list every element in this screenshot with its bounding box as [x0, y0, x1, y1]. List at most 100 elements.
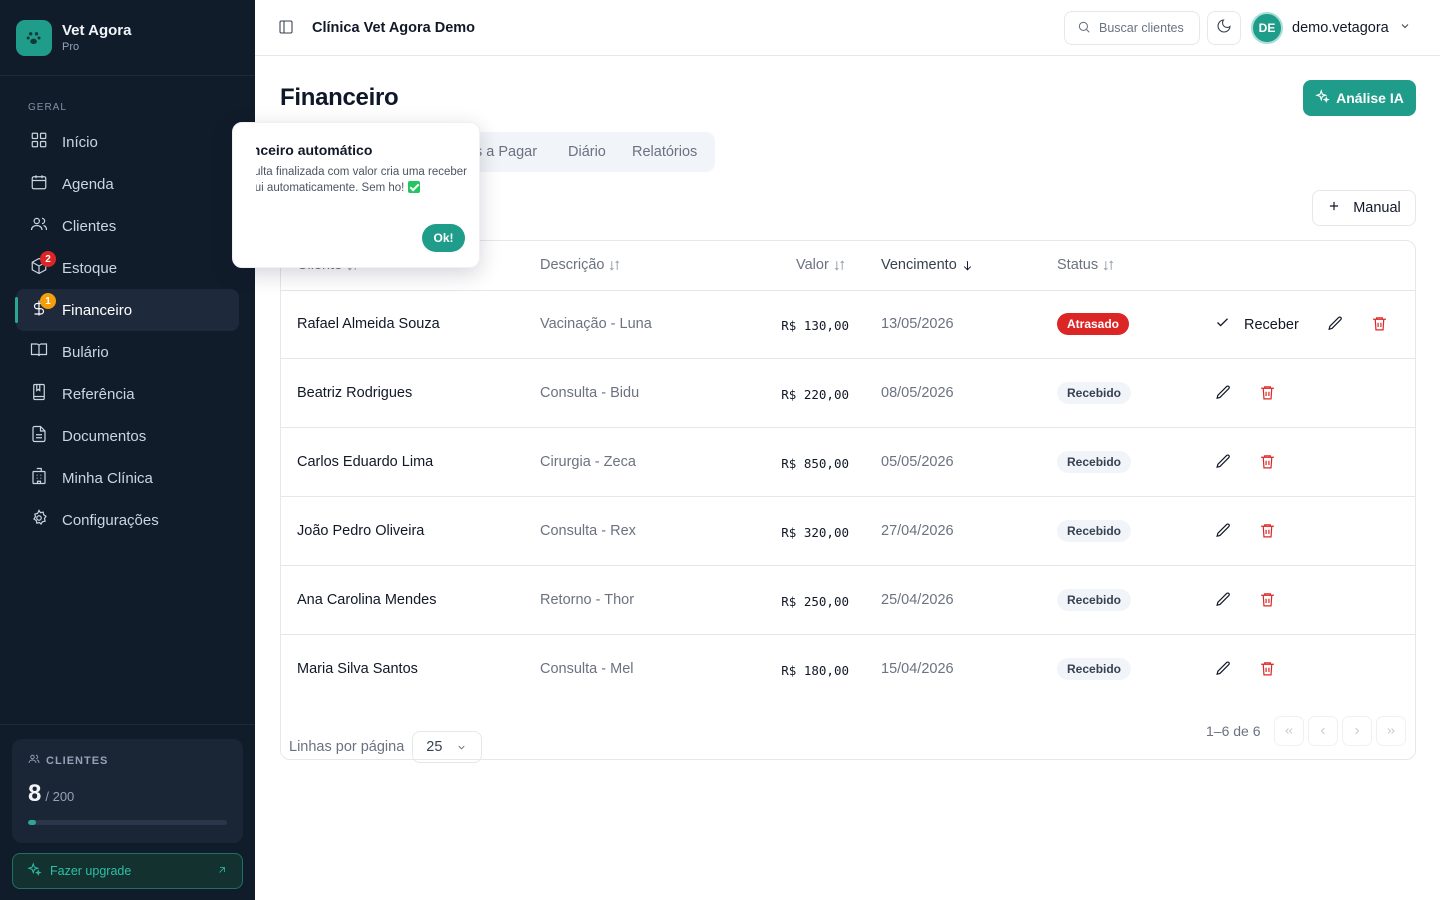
arrow-up-right-icon: [216, 864, 228, 879]
popover-ok-button[interactable]: Ok!: [422, 224, 465, 252]
cell-due-date: 27/04/2026: [881, 523, 954, 539]
building-icon: [30, 467, 48, 489]
table-row[interactable]: Maria Silva Santos Consulta - Mel R$ 180…: [281, 635, 1415, 704]
cell-due-date: 25/04/2026: [881, 592, 954, 608]
sidebar-item-documentos[interactable]: Documentos: [16, 415, 239, 457]
table-row[interactable]: Rafael Almeida Souza Vacinação - Luna R$…: [281, 290, 1415, 359]
ai-analysis-button[interactable]: Análise IA: [1303, 80, 1416, 116]
status-badge: Recebido: [1057, 658, 1132, 680]
cell-value: R$ 130,00: [781, 318, 849, 333]
sidebar-item-referencia[interactable]: Referência: [16, 373, 239, 415]
clients-card-label: CLIENTES: [46, 754, 109, 767]
check-box-icon: [407, 181, 420, 193]
chevrons-right-icon: [1387, 728, 1395, 734]
pencil-icon: [1216, 592, 1230, 606]
cell-client: Carlos Eduardo Lima: [297, 454, 434, 470]
rows-per-page-select[interactable]: 25: [412, 731, 483, 763]
sidebar-item-minha-clinica[interactable]: Minha Clínica: [16, 457, 239, 499]
sidebar-item-label: Início: [62, 133, 98, 151]
first-page-button[interactable]: [1274, 716, 1304, 746]
cell-description: Consulta - Bidu: [540, 385, 640, 401]
column-description-label: Descrição: [540, 257, 605, 273]
sidebar-item-label: Estoque: [62, 259, 118, 277]
receive-label: Receber: [1244, 316, 1299, 333]
pagination-range: 1–6 de 6: [1206, 723, 1261, 739]
theme-toggle-button[interactable]: [1207, 11, 1241, 45]
pencil-icon: [1216, 454, 1230, 468]
sidebar-item-label: Financeiro: [62, 301, 133, 319]
sidebar-item-agenda[interactable]: Agenda: [16, 163, 239, 205]
cell-client: Rafael Almeida Souza: [297, 316, 440, 332]
cell-client: Maria Silva Santos: [297, 661, 418, 677]
add-manual-button[interactable]: Manual: [1312, 190, 1416, 226]
next-page-button[interactable]: [1342, 716, 1372, 746]
sidebar-item-label: Referência: [62, 385, 135, 403]
chevron-right-icon: [1355, 727, 1360, 735]
avatar: DE: [1251, 12, 1283, 44]
edit-button[interactable]: [1215, 660, 1232, 677]
tab-diario[interactable]: Diário: [568, 144, 606, 160]
delete-button[interactable]: [1259, 522, 1276, 539]
column-description[interactable]: Descrição: [540, 257, 621, 273]
moon-icon: [1216, 18, 1232, 39]
last-page-button[interactable]: [1376, 716, 1406, 746]
cell-description: Cirurgia - Zeca: [540, 454, 636, 470]
sidebar-footer: CLIENTES 8 / 200 Fazer upgrade: [0, 724, 255, 889]
sidebar-item-label: Configurações: [62, 511, 159, 529]
delete-button[interactable]: [1259, 660, 1276, 677]
sidebar-item-inicio[interactable]: Início: [16, 121, 239, 163]
status-badge: Recebido: [1057, 451, 1132, 473]
clients-progress-fill: [28, 820, 36, 825]
page-title: Financeiro: [280, 84, 399, 111]
ai-analysis-label: Análise IA: [1336, 90, 1404, 106]
cell-value: R$ 220,00: [781, 387, 849, 402]
edit-button[interactable]: [1215, 522, 1232, 539]
popover-body: nsulta finalizada com valor cria uma rec…: [256, 164, 470, 196]
receive-button[interactable]: Receber: [1215, 315, 1299, 334]
column-status-label: Status: [1057, 257, 1099, 273]
column-due-label: Vencimento: [881, 257, 957, 273]
table-row[interactable]: Ana Carolina Mendes Retorno - Thor R$ 25…: [281, 566, 1415, 635]
clients-usage-card: CLIENTES 8 / 200: [12, 739, 243, 843]
edit-button[interactable]: [1215, 384, 1232, 401]
bookmark-book-icon: [30, 383, 48, 405]
tab-contas-a-pagar[interactable]: s a Pagar: [475, 144, 537, 160]
edit-button[interactable]: [1327, 315, 1344, 332]
receivables-table: Cliente Descrição Valor Vencimento Statu…: [280, 240, 1416, 763]
column-status[interactable]: Status: [1057, 257, 1115, 273]
table-row[interactable]: Beatriz Rodrigues Consulta - Bidu R$ 220…: [281, 359, 1415, 428]
pencil-icon: [1216, 523, 1230, 537]
edit-button[interactable]: [1215, 453, 1232, 470]
upgrade-button[interactable]: Fazer upgrade: [12, 853, 243, 889]
tab-relatorios[interactable]: Relatórios: [632, 144, 697, 160]
column-due-date[interactable]: Vencimento: [881, 257, 974, 273]
search-icon: [1077, 20, 1099, 37]
status-badge: Recebido: [1057, 382, 1132, 404]
check-icon: [1215, 315, 1244, 334]
search-input[interactable]: Buscar clientes: [1064, 11, 1200, 45]
delete-button[interactable]: [1259, 453, 1276, 470]
sidebar-item-configuracoes[interactable]: Configurações: [16, 499, 239, 541]
brand[interactable]: Vet Agora Pro: [0, 0, 255, 76]
sidebar-item-bulario[interactable]: Bulário: [16, 331, 239, 373]
notification-badge: 1: [40, 293, 56, 309]
edit-button[interactable]: [1215, 591, 1232, 608]
sidebar-toggle-button[interactable]: [278, 19, 296, 37]
clients-progress-bar: [28, 820, 227, 825]
sidebar-item-clientes[interactable]: Clientes: [16, 205, 239, 247]
previous-page-button[interactable]: [1308, 716, 1338, 746]
sidebar-item-estoque[interactable]: 2 Estoque: [16, 247, 239, 289]
onboarding-popover: anceiro automático nsulta finalizada com…: [232, 122, 480, 268]
cell-due-date: 13/05/2026: [881, 316, 954, 332]
column-value[interactable]: Valor: [796, 257, 846, 273]
delete-button[interactable]: [1259, 591, 1276, 608]
rows-per-page: Linhas por página 25: [289, 731, 483, 763]
rows-per-page-label: Linhas por página: [289, 739, 405, 755]
sidebar-item-financeiro[interactable]: 1 Financeiro: [15, 289, 239, 331]
sort-icon: [1103, 259, 1114, 271]
table-row[interactable]: João Pedro Oliveira Consulta - Rex R$ 32…: [281, 497, 1415, 566]
delete-button[interactable]: [1371, 315, 1388, 332]
user-menu[interactable]: DE demo.vetagora: [1251, 11, 1411, 45]
delete-button[interactable]: [1259, 384, 1276, 401]
table-row[interactable]: Carlos Eduardo Lima Cirurgia - Zeca R$ 8…: [281, 428, 1415, 497]
